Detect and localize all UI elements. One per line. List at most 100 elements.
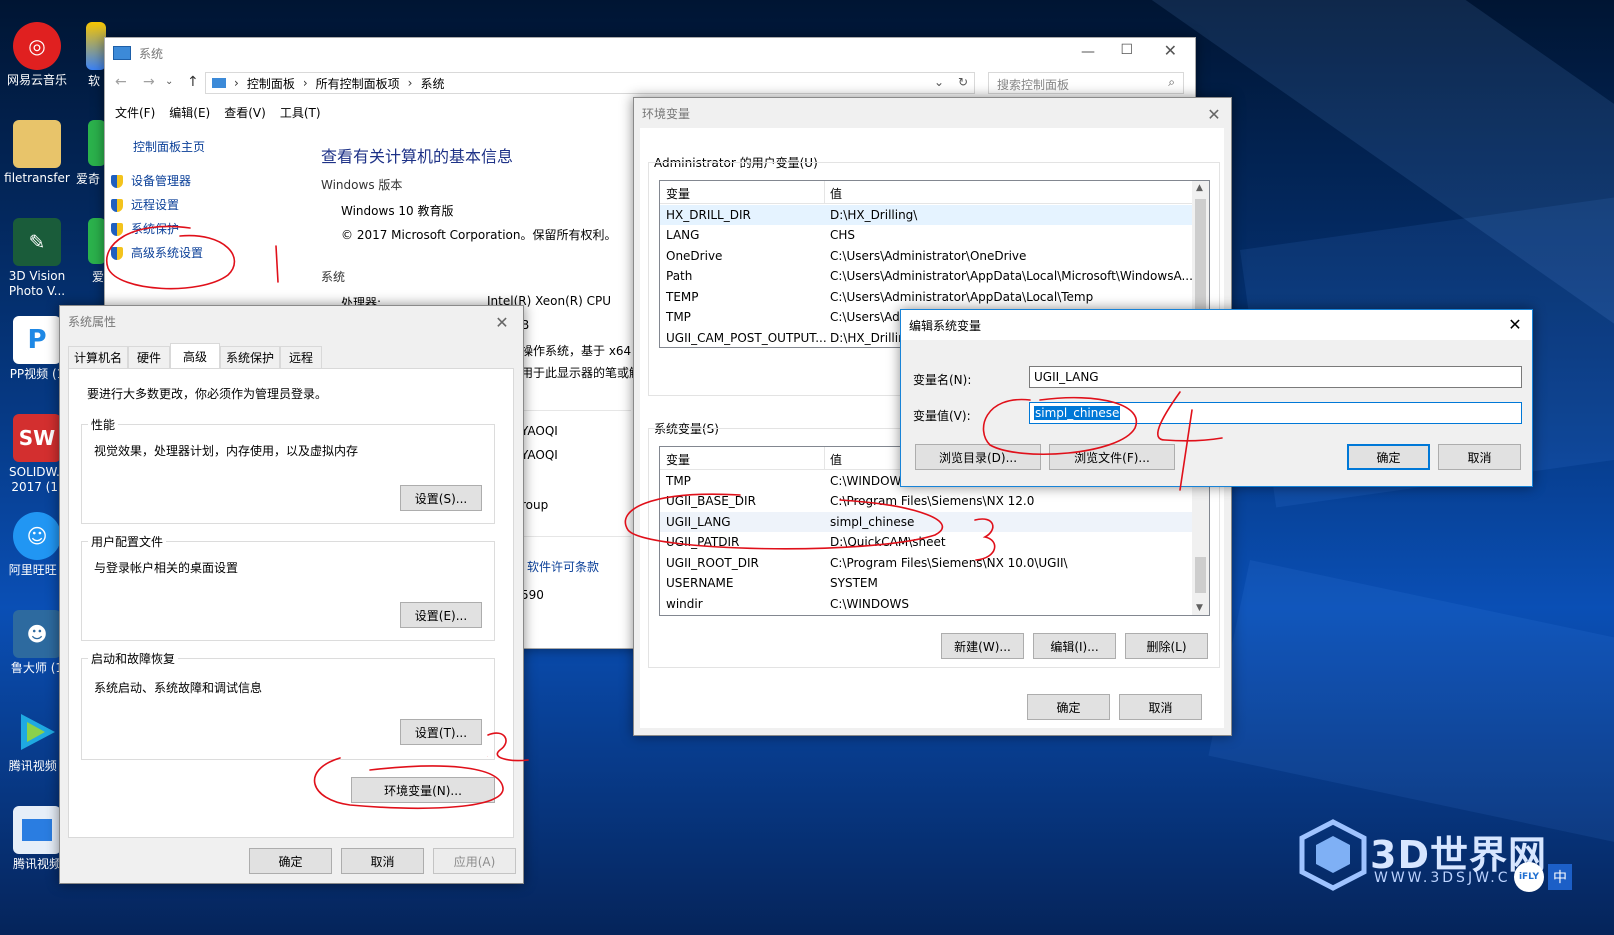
cancel-button[interactable]: 取消 bbox=[1438, 444, 1521, 470]
info-partial: YAOQI bbox=[521, 424, 558, 438]
var-value: C:\WINDOWS bbox=[830, 597, 910, 611]
sidebar-item-protection[interactable]: 系统保护 bbox=[111, 220, 179, 237]
tab-computer-name[interactable]: 计算机名 bbox=[68, 346, 128, 368]
sidebar-home[interactable]: 控制面板主页 bbox=[133, 138, 205, 155]
column-divider bbox=[824, 447, 825, 469]
var-name: UGII_CAM_POST_OUTPUT... bbox=[666, 331, 827, 345]
var-value: C:\Program Files\Siemens\NX 10.0\UGII\ bbox=[830, 556, 1068, 570]
shield-icon bbox=[111, 175, 123, 188]
back-icon[interactable]: ← bbox=[115, 74, 127, 90]
close-icon[interactable]: ✕ bbox=[485, 310, 519, 334]
table-row[interactable]: USERNAME SYSTEM bbox=[660, 573, 1194, 593]
column-header-value: 值 bbox=[830, 187, 843, 201]
table-row[interactable]: UGII_PATDIR D:\QuickCAM\sheet bbox=[660, 532, 1194, 552]
variable-value-field[interactable]: simpl_chinese bbox=[1029, 402, 1522, 424]
shield-icon bbox=[111, 199, 123, 212]
info-partial: roup bbox=[521, 498, 549, 512]
admin-note: 要进行大多数更改，你必须作为管理员登录。 bbox=[87, 387, 328, 401]
sidebar-item-remote[interactable]: 远程设置 bbox=[111, 196, 179, 213]
table-row[interactable]: Path C:\Users\Administrator\AppData\Local… bbox=[660, 266, 1194, 286]
minimize-button[interactable]: — bbox=[1081, 44, 1095, 60]
var-value: CHS bbox=[830, 228, 856, 242]
desktop-icon-filetransfer[interactable]: filetransfer bbox=[0, 120, 74, 186]
delete-variable-button[interactable]: 删除(L) bbox=[1125, 633, 1208, 659]
profile-settings-button[interactable]: 设置(E)... bbox=[400, 602, 482, 628]
browse-directory-button[interactable]: 浏览目录(D)... bbox=[915, 444, 1041, 470]
refresh-icon[interactable]: ↻ bbox=[958, 75, 968, 89]
address-bar[interactable]: › 控制面板 › 所有控制面板项 › 系统 ⌄ ↻ bbox=[205, 72, 975, 94]
up-icon[interactable]: ↑ bbox=[187, 74, 199, 90]
apply-button[interactable]: 应用(A) bbox=[433, 848, 516, 874]
scroll-up-icon[interactable]: ▲ bbox=[1196, 183, 1203, 193]
close-icon[interactable]: ✕ bbox=[1197, 102, 1231, 126]
ok-button[interactable]: 确定 bbox=[249, 848, 332, 874]
windows-edition-label: Windows 版本 bbox=[321, 178, 403, 192]
breadcrumb-all-items[interactable]: 所有控制面板项 bbox=[316, 75, 400, 92]
close-button[interactable]: ✕ bbox=[1164, 41, 1177, 60]
sidebar-item-advanced[interactable]: 高级系统设置 bbox=[111, 244, 203, 261]
forward-icon[interactable]: → bbox=[143, 74, 155, 90]
recent-dropdown-icon[interactable]: ⌄ bbox=[165, 76, 173, 87]
variable-name-label: 变量名(N): bbox=[913, 373, 972, 387]
table-row[interactable]: LANG CHS bbox=[660, 225, 1194, 245]
browse-file-button[interactable]: 浏览文件(F)... bbox=[1049, 444, 1175, 470]
tab-remote[interactable]: 远程 bbox=[280, 346, 322, 368]
var-name: UGII_LANG bbox=[666, 515, 731, 529]
scroll-thumb[interactable] bbox=[1195, 199, 1206, 309]
variable-name-field[interactable]: UGII_LANG bbox=[1029, 366, 1522, 388]
cancel-button[interactable]: 取消 bbox=[341, 848, 424, 874]
chevron-down-icon[interactable]: ⌄ bbox=[934, 75, 944, 89]
var-name: OneDrive bbox=[666, 249, 723, 263]
menu-file[interactable]: 文件(F) bbox=[115, 104, 155, 121]
sidebar-item-device-manager[interactable]: 设备管理器 bbox=[111, 172, 191, 189]
info-partial: 590 bbox=[521, 588, 544, 602]
edit-variable-button[interactable]: 编辑(I)... bbox=[1033, 633, 1116, 659]
menu-view[interactable]: 查看(V) bbox=[224, 104, 266, 121]
license-link[interactable]: 软件许可条款 bbox=[527, 558, 599, 575]
search-input[interactable]: 搜索控制面板 ⌕ bbox=[988, 72, 1184, 94]
ok-button[interactable]: 确定 bbox=[1347, 444, 1430, 470]
column-divider bbox=[824, 181, 825, 203]
computer-icon bbox=[113, 46, 131, 60]
table-row[interactable]: HX_DRILL_DIR D:\HX_Drilling\ bbox=[660, 205, 1194, 225]
maximize-button[interactable]: ☐ bbox=[1120, 42, 1133, 58]
tab-advanced[interactable]: 高级 bbox=[170, 343, 220, 368]
var-value: D:\HX_Drillin bbox=[830, 331, 906, 345]
table-row[interactable]: UGII_BASE_DIR C:\Program Files\Siemens\NX… bbox=[660, 491, 1194, 511]
ok-button[interactable]: 确定 bbox=[1027, 694, 1110, 720]
startup-settings-button[interactable]: 设置(T)... bbox=[400, 719, 482, 745]
system-section-label: 系统 bbox=[321, 270, 346, 284]
table-row[interactable]: windir C:\WINDOWS bbox=[660, 594, 1194, 614]
var-name: TMP bbox=[666, 310, 691, 324]
environment-variables-button[interactable]: 环境变量(N)... bbox=[351, 777, 495, 803]
tab-hardware[interactable]: 硬件 bbox=[128, 346, 170, 368]
table-row[interactable]: OneDrive C:\Users\Administrator\OneDrive bbox=[660, 246, 1194, 266]
scroll-thumb[interactable] bbox=[1195, 557, 1206, 593]
var-value: C:\WINDOW bbox=[830, 474, 902, 488]
table-row[interactable]: UGII_ROOT_DIR C:\Program Files\Siemens\NX… bbox=[660, 553, 1194, 573]
menu-tools[interactable]: 工具(T) bbox=[280, 104, 321, 121]
desktop-icon-label: 爱奇 bbox=[76, 172, 101, 186]
performance-settings-button[interactable]: 设置(S)... bbox=[400, 485, 482, 511]
var-name: TMP bbox=[666, 474, 691, 488]
menu-edit[interactable]: 编辑(E) bbox=[169, 104, 210, 121]
scroll-down-icon[interactable]: ▼ bbox=[1196, 603, 1203, 613]
breadcrumb-control-panel[interactable]: 控制面板 bbox=[247, 75, 295, 92]
table-row-selected[interactable]: UGII_LANG simpl_chinese bbox=[660, 512, 1194, 532]
var-value: C:\Users\Adr bbox=[830, 310, 905, 324]
var-value: C:\Users\Administrator\AppData\Local\Mic… bbox=[830, 269, 1193, 283]
new-variable-button[interactable]: 新建(W)... bbox=[941, 633, 1024, 659]
var-name: Path bbox=[666, 269, 693, 283]
desktop-icon-netease[interactable]: ◎ 网易云音乐 bbox=[0, 22, 74, 88]
group-label: 用户配置文件 bbox=[88, 533, 167, 550]
tab-system-protection[interactable]: 系统保护 bbox=[220, 346, 280, 368]
3dsjw-logo-icon bbox=[1296, 818, 1370, 892]
info-partial: YAOQI bbox=[521, 448, 558, 462]
cancel-button[interactable]: 取消 bbox=[1119, 694, 1202, 720]
desktop-icon-3dvision[interactable]: ✎ 3D Vision Photo V... bbox=[0, 218, 74, 299]
var-value: C:\Program Files\Siemens\NX 12.0 bbox=[830, 494, 1035, 508]
table-row[interactable]: TEMP C:\Users\Administrator\AppData\Local… bbox=[660, 287, 1194, 307]
breadcrumb-system[interactable]: 系统 bbox=[420, 75, 444, 92]
ime-indicator[interactable]: 中 bbox=[1548, 864, 1572, 890]
close-icon[interactable]: ✕ bbox=[1498, 312, 1532, 336]
